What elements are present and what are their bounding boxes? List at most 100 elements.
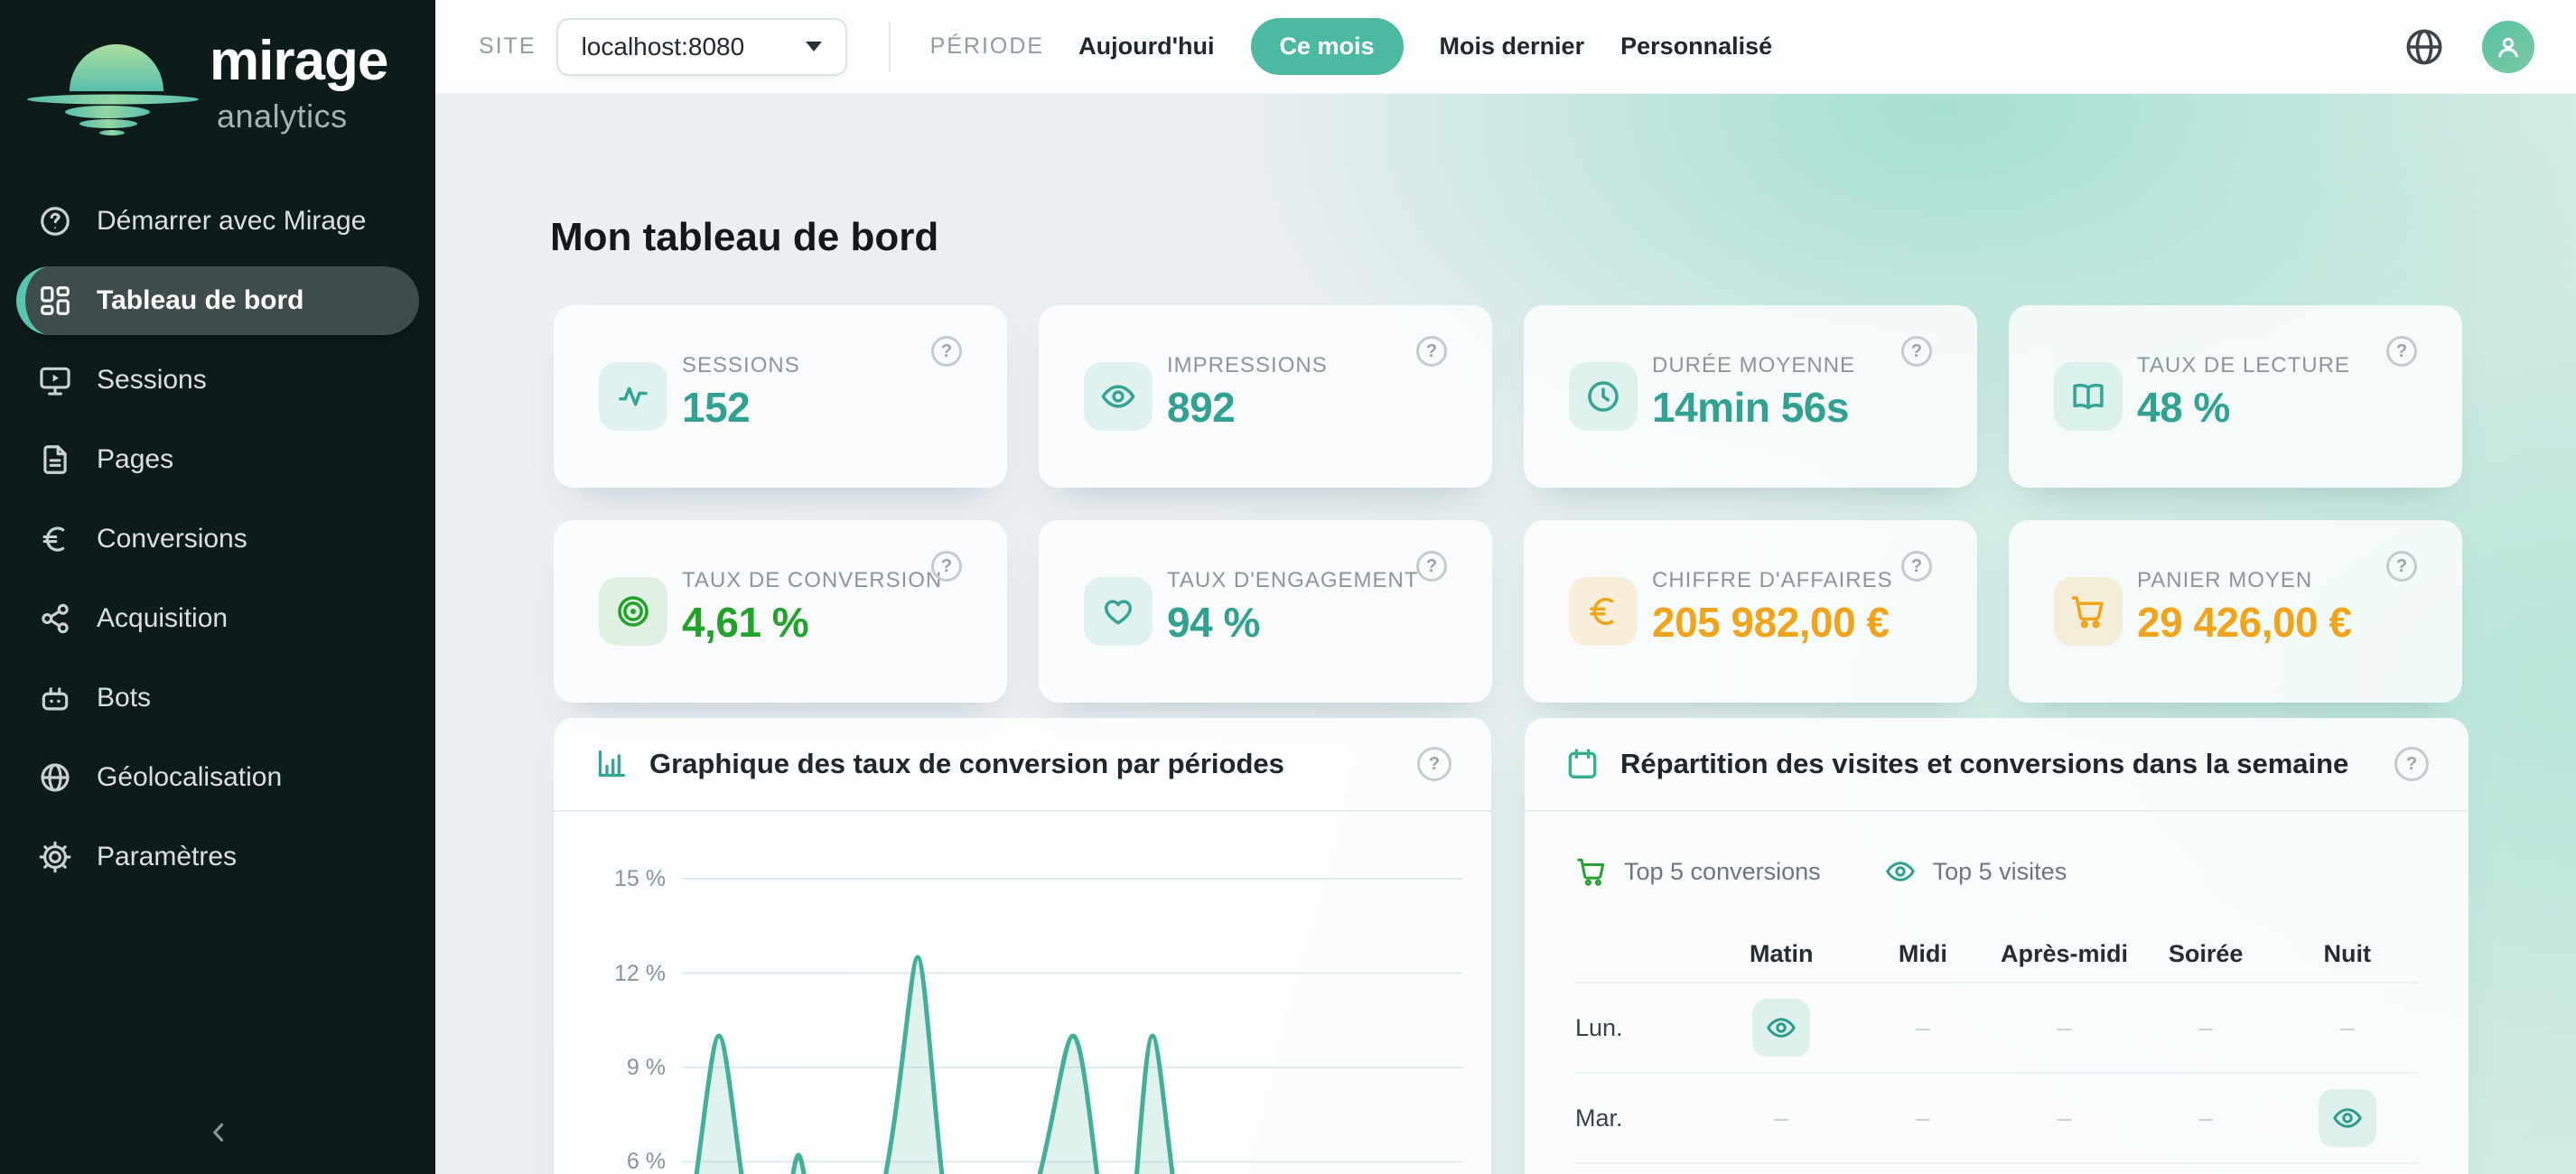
tab-ce-mois[interactable]: Ce mois: [1251, 18, 1404, 75]
sidebar-item-bots[interactable]: Bots: [0, 658, 435, 738]
tab-aujourdhui[interactable]: Aujourd'hui: [1078, 33, 1214, 61]
icon-tile: [599, 362, 667, 431]
bar-chart-icon: [593, 746, 630, 782]
table-row-mardi: Mar. – – – –: [1575, 1074, 2418, 1164]
icon-tile: [1084, 362, 1153, 431]
kpi-card-taux-dengagement: TAUX D'ENGAGEMENT 94 % ?: [1039, 520, 1492, 703]
kpi-value: 4,61 %: [682, 598, 808, 647]
sidebar-item-label: Démarrer avec Mirage: [97, 206, 366, 237]
legend-top5-conversions: Top 5 conversions: [1575, 855, 1821, 888]
column-soiree: Soirée: [2135, 940, 2277, 968]
sidebar-item-label: Géolocalisation: [97, 762, 282, 793]
sidebar-item-label: Acquisition: [97, 603, 228, 634]
sidebar-item-conversions[interactable]: Conversions: [0, 499, 435, 579]
kpi-label: DURÉE MOYENNE: [1652, 353, 1855, 378]
icon-tile: [2054, 362, 2123, 431]
sidebar-item-label: Bots: [97, 683, 151, 713]
bot-icon: [38, 681, 72, 715]
kpi-value: 48 %: [2137, 383, 2230, 432]
column-midi: Midi: [1853, 940, 1994, 968]
cell-lun-matin: [1711, 999, 1853, 1057]
heart-icon: [1099, 592, 1137, 630]
site-select[interactable]: localhost:8080: [556, 18, 847, 76]
euro-icon: [38, 522, 72, 556]
kpi-card-duree-moyenne: DURÉE MOYENNE 14min 56s ?: [1524, 305, 1977, 488]
column-nuit: Nuit: [2276, 940, 2418, 968]
help-icon[interactable]: ?: [2386, 336, 2417, 367]
ytick-15: 15 %: [614, 866, 666, 891]
kpi-value: 94 %: [1167, 598, 1260, 647]
kpi-value: 892: [1167, 383, 1235, 432]
caret-down-icon: [806, 42, 822, 51]
site-select-value: localhost:8080: [582, 33, 745, 61]
legend-top5-visites: Top 5 visites: [1884, 855, 2067, 888]
sidebar-nav: Démarrer avec Mirage Tableau de bord Ses…: [0, 182, 435, 897]
kpi-card-sessions: SESSIONS 152 ?: [554, 305, 1007, 488]
sidebar-item-acquisition[interactable]: Acquisition: [0, 579, 435, 658]
help-icon[interactable]: ?: [2386, 551, 2417, 582]
sidebar-item-pages[interactable]: Pages: [0, 420, 435, 499]
panel-title: Graphique des taux de conversion par pér…: [649, 748, 1284, 780]
sidebar-item-label: Sessions: [97, 365, 207, 396]
page-title: Mon tableau de bord: [550, 215, 938, 260]
kpi-value: 152: [682, 383, 750, 432]
sidebar-item-geolocalisation[interactable]: Géolocalisation: [0, 738, 435, 817]
sidebar-item-demarrer[interactable]: Démarrer avec Mirage: [0, 182, 435, 261]
kpi-value: 14min 56s: [1652, 383, 1849, 432]
sidebar-item-tableau-de-bord[interactable]: Tableau de bord: [16, 266, 419, 335]
topbar: SITE localhost:8080 PÉRIODE Aujourd'hui …: [435, 0, 2576, 94]
user-icon: [2492, 31, 2525, 63]
share-icon: [38, 601, 72, 636]
help-icon[interactable]: ?: [1416, 551, 1447, 582]
help-icon[interactable]: ?: [931, 336, 962, 367]
sidebar: mirage analytics Démarrer avec Mirage Ta…: [0, 0, 435, 1174]
monitor-play-icon: [38, 363, 72, 397]
period-tabs: Aujourd'hui Ce mois Mois dernier Personn…: [1078, 18, 1772, 75]
cell-lun-nuit: –: [2276, 1013, 2418, 1042]
help-icon[interactable]: ?: [1417, 747, 1451, 781]
ytick-6: 6 %: [627, 1149, 666, 1174]
cart-icon: [1575, 855, 1608, 888]
eye-icon: [1099, 377, 1137, 415]
tab-personnalise[interactable]: Personnalisé: [1620, 33, 1772, 61]
kpi-card-taux-de-lecture: TAUX DE LECTURE 48 % ?: [2009, 305, 2462, 488]
calendar-icon: [1564, 746, 1601, 782]
cell-mar-matin: –: [1711, 1104, 1853, 1132]
sidebar-item-label: Tableau de bord: [97, 285, 303, 316]
sidebar-item-parametres[interactable]: Paramètres: [0, 817, 435, 897]
help-icon[interactable]: ?: [1901, 551, 1932, 582]
day-label: Lun.: [1575, 1014, 1711, 1042]
language-globe-button[interactable]: [2403, 25, 2446, 69]
panel-header: Répartition des visites et conversions d…: [1525, 718, 2469, 812]
sidebar-collapse-button[interactable]: [199, 1113, 238, 1152]
kpi-label: TAUX D'ENGAGEMENT: [1167, 568, 1419, 593]
icon-tile: [599, 577, 667, 646]
kpi-card-chiffre-daffaires: CHIFFRE D'AFFAIRES 205 982,00 € ?: [1524, 520, 1977, 703]
eye-icon: [1884, 855, 1917, 888]
cell-lun-apres-midi: –: [1993, 1013, 2135, 1042]
help-icon[interactable]: ?: [1416, 336, 1447, 367]
sidebar-item-sessions[interactable]: Sessions: [0, 340, 435, 420]
gear-icon: [38, 840, 72, 874]
chevron-left-icon: [203, 1117, 234, 1148]
globe-icon: [2403, 25, 2446, 69]
help-icon[interactable]: ?: [1901, 336, 1932, 367]
topbar-right: [2403, 21, 2534, 73]
column-apres-midi: Après-midi: [1993, 940, 2135, 968]
euro-icon: [1584, 592, 1622, 630]
ytick-9: 9 %: [627, 1055, 666, 1080]
legend-label: Top 5 conversions: [1624, 858, 1821, 886]
column-matin: Matin: [1711, 940, 1853, 968]
cell-mar-nuit: [2276, 1089, 2418, 1147]
kpi-value: 29 426,00 €: [2137, 598, 2352, 647]
activity-icon: [614, 377, 652, 415]
help-icon[interactable]: ?: [2394, 747, 2429, 781]
target-icon: [614, 592, 652, 630]
help-icon[interactable]: ?: [931, 551, 962, 582]
conversion-series-area: [644, 957, 1491, 1174]
tab-mois-dernier[interactable]: Mois dernier: [1440, 33, 1585, 61]
kpi-card-panier-moyen: PANIER MOYEN 29 426,00 € ?: [2009, 520, 2462, 703]
week-distribution-panel: Répartition des visites et conversions d…: [1525, 718, 2469, 1174]
user-avatar[interactable]: [2482, 21, 2534, 73]
conversion-chart-panel: Graphique des taux de conversion par pér…: [554, 718, 1491, 1174]
